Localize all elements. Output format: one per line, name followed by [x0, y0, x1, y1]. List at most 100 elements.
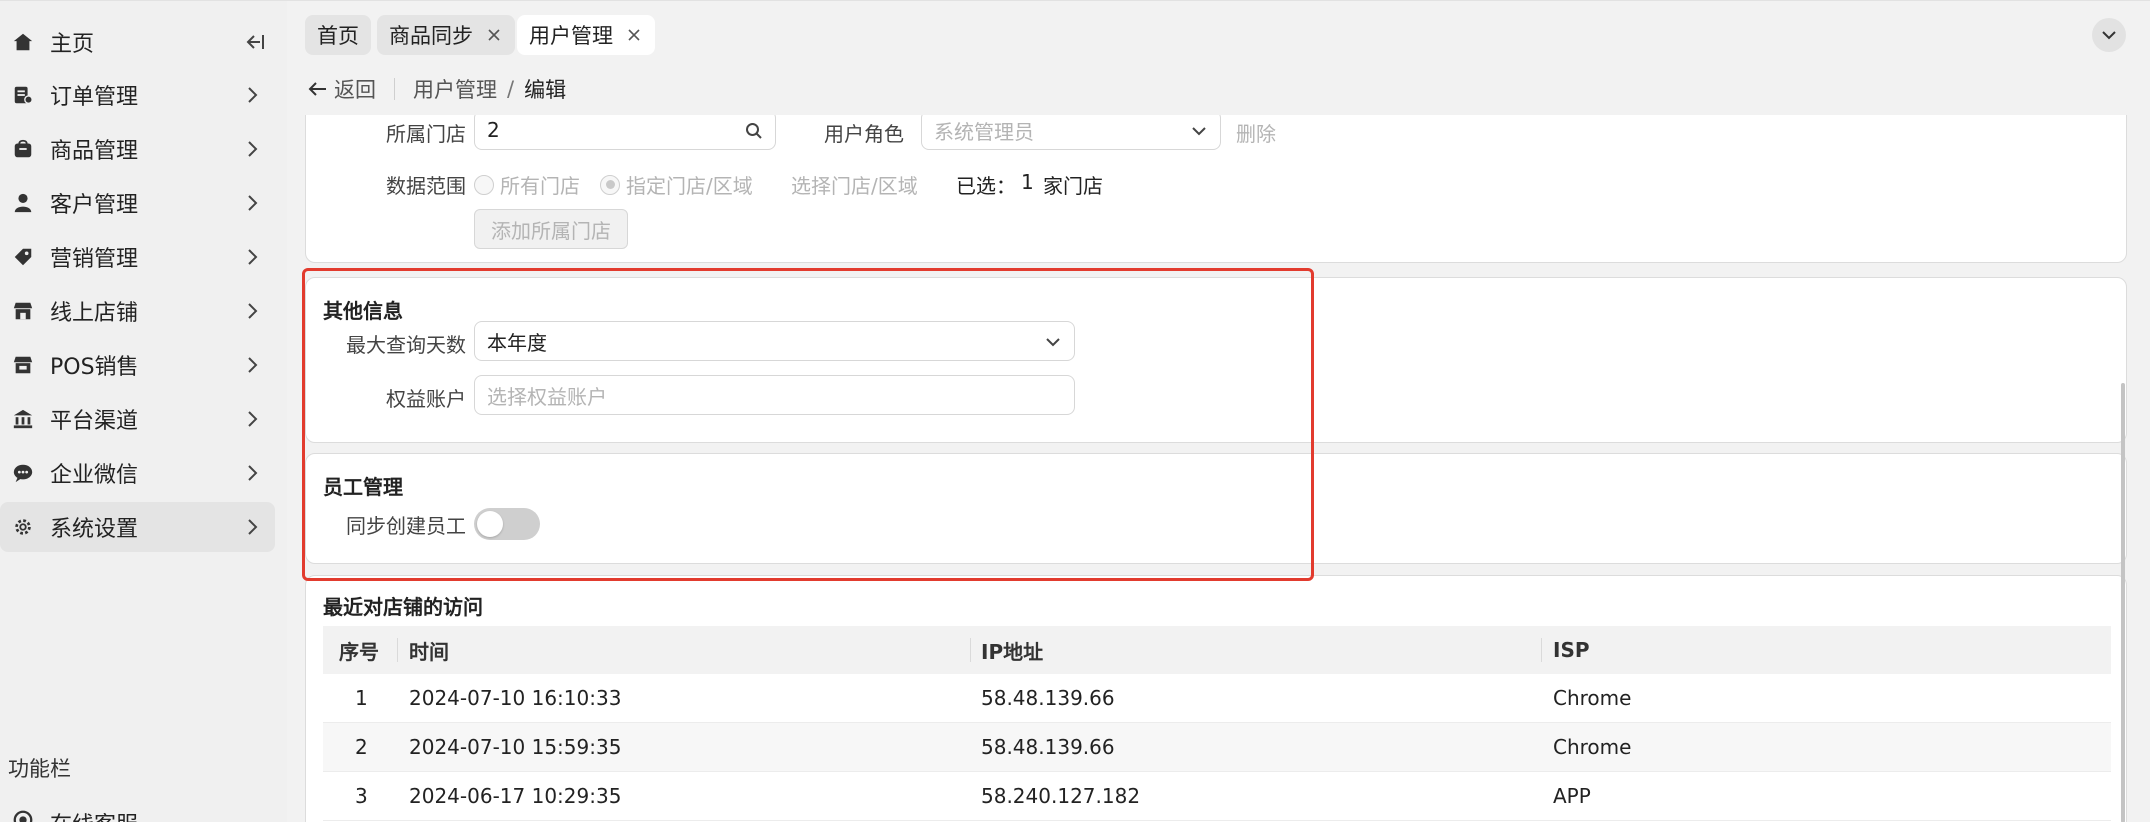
role-label: 用户角色 [824, 122, 904, 146]
store-input[interactable]: 2 [474, 115, 776, 150]
column-divider [970, 638, 971, 662]
chevron-right-icon [241, 353, 265, 377]
chevron-down-icon [1188, 120, 1210, 142]
row-index: 2 [355, 735, 368, 759]
delete-link[interactable]: 删除 [1236, 118, 1276, 147]
chevron-right-icon [241, 515, 265, 539]
tab-label: 首页 [317, 24, 359, 48]
arrow-left-icon [308, 78, 330, 100]
toggle-knob [477, 511, 503, 537]
sidebar-item-products[interactable]: 商品管理 [0, 124, 275, 174]
sidebar-item-label: 平台渠道 [50, 409, 139, 434]
column-header: IP地址 [981, 639, 1044, 664]
sidebar-item-label: 商品管理 [50, 139, 139, 164]
close-icon[interactable] [625, 26, 643, 44]
table-row: 3 2024-06-17 10:29:35 58.240.127.182 APP [323, 772, 2111, 821]
store-icon [10, 298, 36, 324]
benefit-account-placeholder: 选择权益账户 [487, 384, 607, 409]
sidebar-item-channels[interactable]: 平台渠道 [0, 394, 275, 444]
row-isp: Chrome [1553, 735, 1632, 759]
sidebar-item-online-store[interactable]: 线上店铺 [0, 286, 275, 336]
select-store-link[interactable]: 选择门店/区域 [791, 170, 918, 199]
tab-product-sync[interactable]: 商品同步 [377, 15, 515, 55]
row-time: 2024-07-10 16:10:33 [409, 686, 622, 710]
chevron-down-icon [1042, 331, 1064, 353]
sidebar-item-customers[interactable]: 客户管理 [0, 178, 275, 228]
divider [394, 78, 395, 100]
user-icon [10, 190, 36, 216]
table-row: 2 2024-07-10 15:59:35 58.48.139.66 Chrom… [323, 723, 2111, 772]
row-index: 1 [355, 686, 368, 710]
max-days-value: 本年度 [487, 330, 547, 355]
row-isp: APP [1553, 784, 1591, 808]
radio-label: 指定门店/区域 [626, 174, 753, 198]
chevron-right-icon [241, 461, 265, 485]
tab-home[interactable]: 首页 [305, 15, 371, 55]
sync-employee-toggle[interactable] [474, 508, 540, 540]
store-scope-card: 所属门店 2 用户角色 系统管理员 删除 数据范围 所有门店 指定门店/区域 选… [305, 115, 2127, 263]
scrollbar[interactable] [2121, 383, 2125, 822]
sidebar-item-marketing[interactable]: 营销管理 [0, 232, 275, 282]
search-icon[interactable] [743, 120, 765, 142]
tab-user-management[interactable]: 用户管理 [517, 15, 655, 55]
table-row: 1 2024-07-10 16:10:33 58.48.139.66 Chrom… [323, 674, 2111, 723]
sidebar-item-label: 客户管理 [50, 193, 139, 218]
sidebar-item-settings[interactable]: 系统设置 [0, 502, 275, 552]
scope-radio-specific[interactable]: 指定门店/区域 [600, 170, 753, 199]
scope-radio-all[interactable]: 所有门店 [474, 170, 580, 199]
column-divider [397, 638, 398, 662]
column-header: ISP [1553, 638, 1590, 662]
collapse-sidebar-icon[interactable] [240, 27, 270, 57]
tab-label: 用户管理 [529, 24, 613, 48]
scope-label: 数据范围 [386, 174, 466, 198]
breadcrumb-item[interactable]: 用户管理 [413, 74, 497, 104]
tabs-dropdown-button[interactable] [2092, 18, 2126, 52]
max-days-select[interactable]: 本年度 [474, 321, 1075, 361]
store-value: 2 [487, 118, 500, 142]
main-content: 所属门店 2 用户角色 系统管理员 删除 数据范围 所有门店 指定门店/区域 选… [287, 115, 2150, 822]
chevron-right-icon [241, 299, 265, 323]
button-label: 添加所属门店 [491, 218, 611, 243]
sidebar-item-label: 企业微信 [50, 463, 139, 488]
benefit-account-select[interactable]: 选择权益账户 [474, 375, 1075, 415]
sync-employee-label: 同步创建员工 [346, 514, 466, 538]
chevron-right-icon [241, 407, 265, 431]
row-time: 2024-07-10 15:59:35 [409, 735, 622, 759]
sidebar-item-online-service[interactable]: 在线客服 [0, 801, 287, 822]
chevron-right-icon [241, 137, 265, 161]
chevron-right-icon [241, 245, 265, 269]
store-label: 所属门店 [386, 122, 466, 146]
table-header: 序号 时间 IP地址 ISP [323, 626, 2111, 674]
bank-icon [10, 406, 36, 432]
breadcrumb-separator: / [507, 77, 515, 101]
tab-bar: 首页 商品同步 用户管理 [287, 0, 2150, 70]
role-value: 系统管理员 [934, 119, 1034, 144]
radio-circle [474, 174, 494, 195]
chat-icon [10, 460, 36, 486]
selected-suffix: 家门店 [1043, 174, 1103, 198]
close-icon[interactable] [485, 26, 503, 44]
section-title: 最近对店铺的访问 [323, 595, 483, 619]
column-header: 序号 [339, 639, 379, 664]
row-isp: Chrome [1553, 686, 1632, 710]
sidebar-item-pos[interactable]: POS销售 [0, 340, 275, 390]
sidebar-item-orders[interactable]: 订单管理 [0, 70, 275, 120]
back-button[interactable]: 返回 [308, 74, 376, 104]
column-divider [1541, 638, 1542, 662]
add-store-button[interactable]: 添加所属门店 [474, 209, 628, 249]
visits-table: 序号 时间 IP地址 ISP 1 2024-07-10 16:10:33 58.… [323, 626, 2111, 821]
home-icon [10, 29, 36, 55]
pos-icon [10, 352, 36, 378]
employee-card: 员工管理 同步创建员工 [305, 453, 2127, 564]
sidebar-item-label: 营销管理 [50, 247, 139, 272]
role-select[interactable]: 系统管理员 [921, 115, 1221, 150]
sidebar-item-home[interactable]: 主页 [0, 19, 287, 65]
sidebar-item-wecom[interactable]: 企业微信 [0, 448, 275, 498]
recent-visits-card: 最近对店铺的访问 序号 时间 IP地址 ISP 1 2024-07-10 16:… [305, 575, 2127, 822]
benefit-account-label: 权益账户 [386, 387, 466, 411]
row-time: 2024-06-17 10:29:35 [409, 784, 622, 808]
tag-icon [10, 244, 36, 270]
selected-count: 1 [1021, 170, 1034, 194]
section-title: 其他信息 [323, 299, 403, 323]
row-index: 3 [355, 784, 368, 808]
